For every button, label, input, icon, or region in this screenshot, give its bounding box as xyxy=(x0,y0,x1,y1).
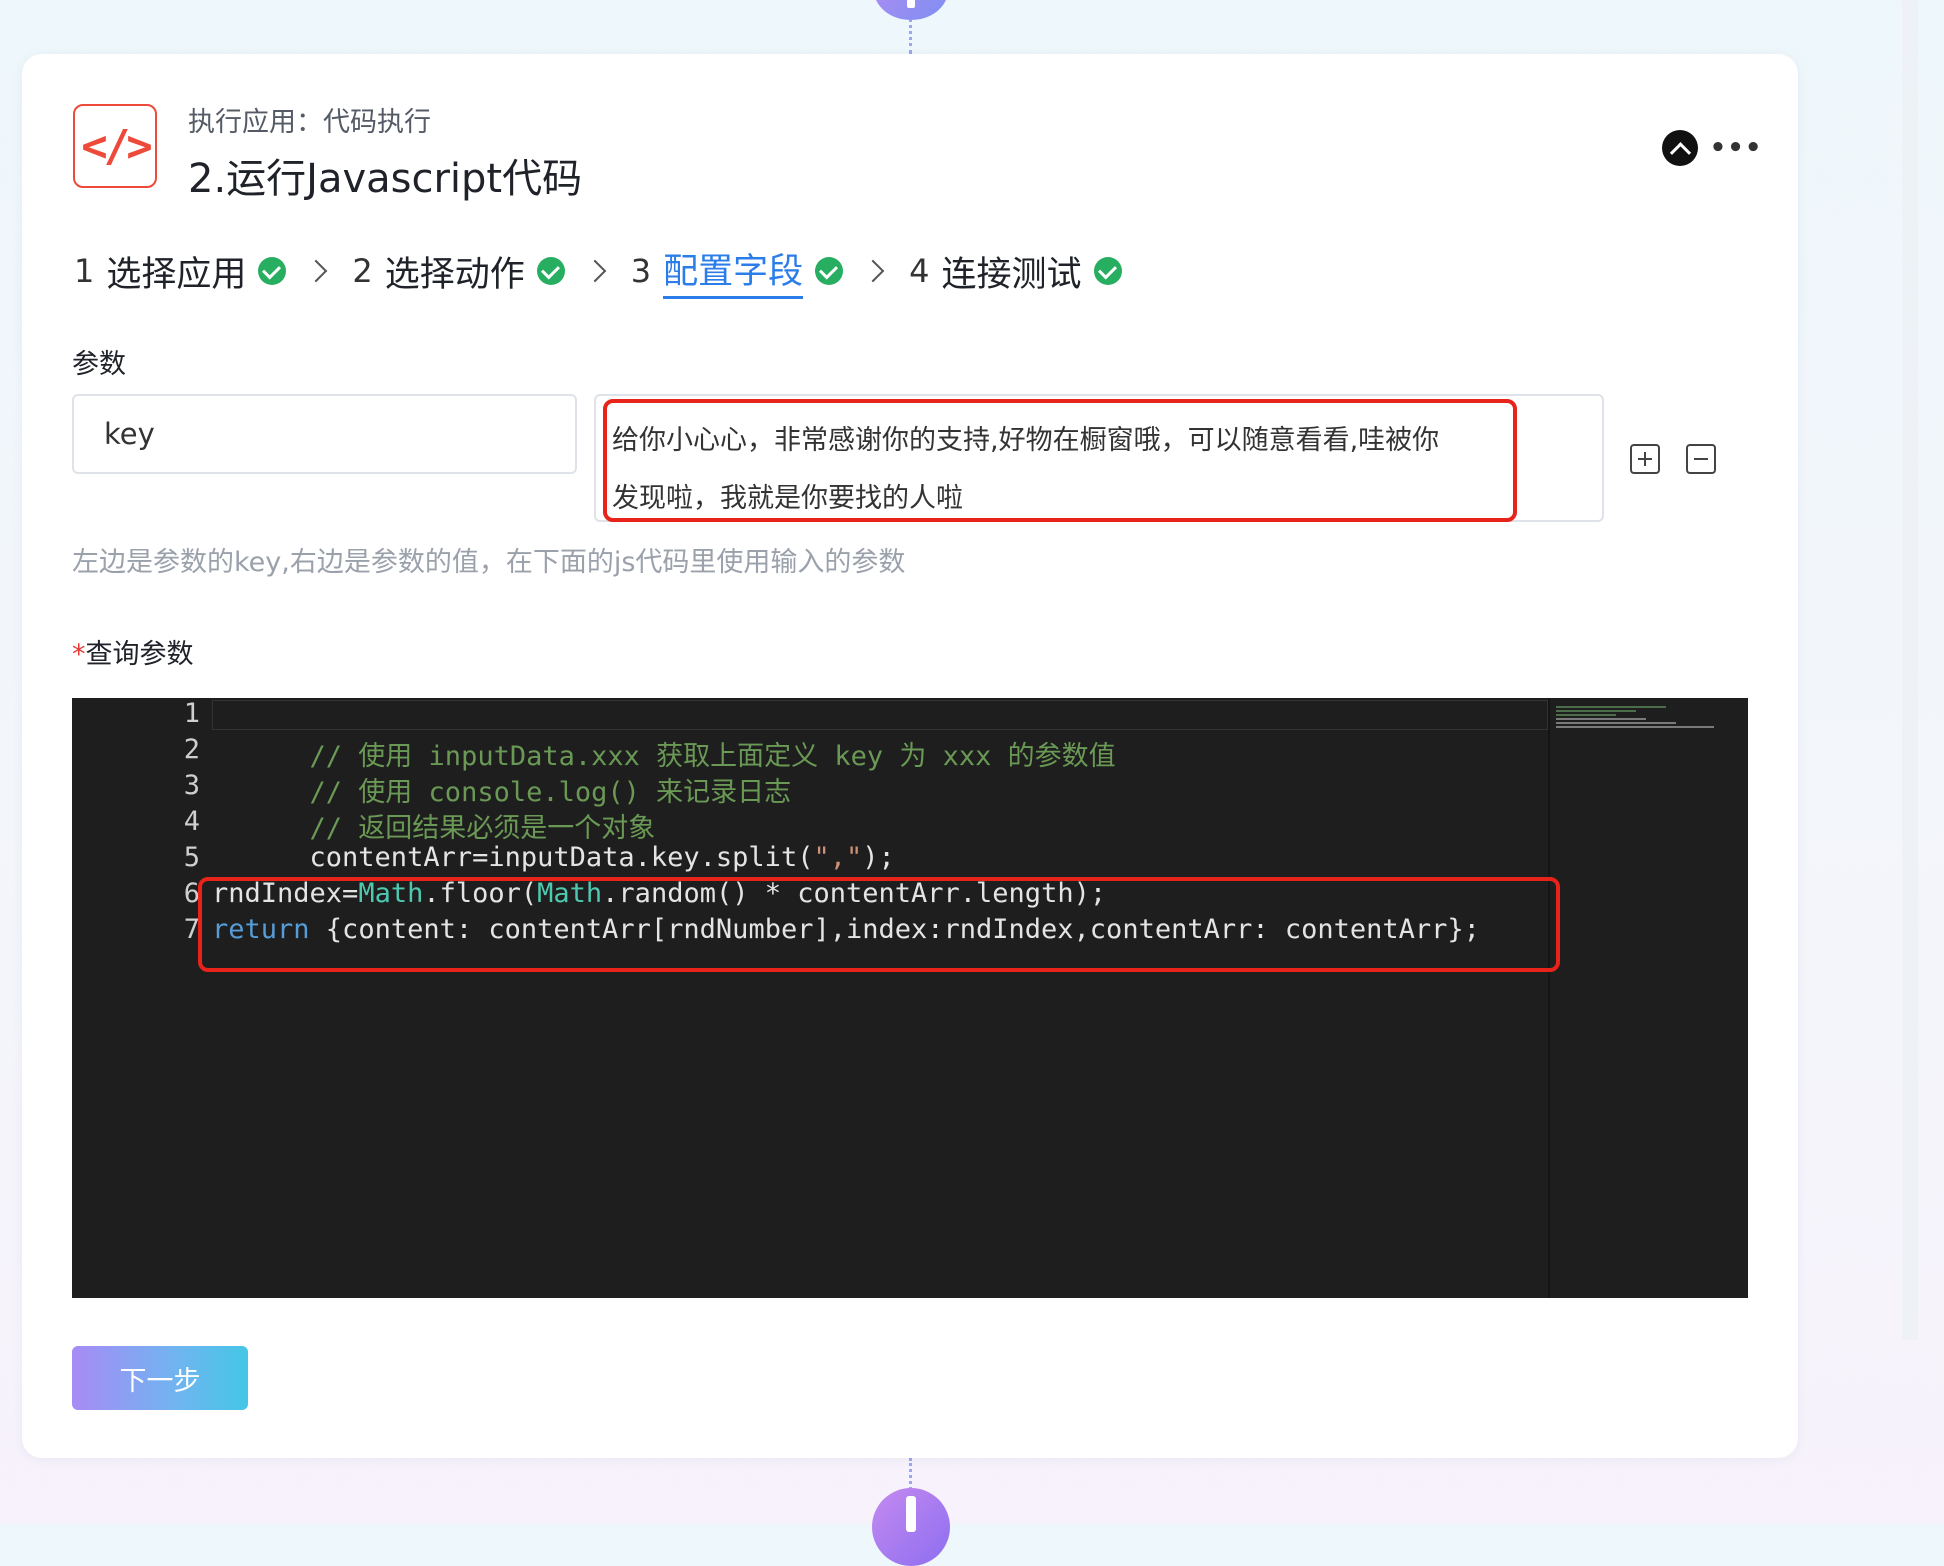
add-param-icon[interactable] xyxy=(1630,444,1660,474)
minimap-row xyxy=(1556,706,1666,708)
code-line-4: // 返回结果必须是一个对象 xyxy=(212,813,656,844)
line-number: 6 xyxy=(183,878,200,909)
chevron-right-icon xyxy=(583,259,607,283)
check-circle-icon xyxy=(1093,257,1122,285)
params-hint: 左边是参数的key,右边是参数的值，在下面的js代码里使用输入的参数 xyxy=(72,547,906,578)
add-node-bottom-icon[interactable] xyxy=(872,1488,950,1566)
step-label: 连接测试 xyxy=(941,254,1082,295)
add-node-top-icon[interactable] xyxy=(874,0,948,20)
minimap-row xyxy=(1556,710,1636,712)
code-minimap[interactable] xyxy=(1548,698,1720,1298)
code-area[interactable]: // 使用 inputData.xxx 获取上面定义 key 为 xxx 的参数… xyxy=(212,698,1548,1298)
line-number: 1 xyxy=(183,698,200,729)
step-label-active: 配置字段 xyxy=(663,243,804,299)
minimap-row xyxy=(1556,714,1616,716)
code-line-6: rndIndex=Math.floor(Math.random() * cont… xyxy=(212,878,1107,909)
check-circle-icon xyxy=(258,257,287,285)
check-circle-icon xyxy=(536,257,565,285)
code-line-3: // 使用 console.log() 来记录日志 xyxy=(212,777,792,808)
scrollbar[interactable] xyxy=(1902,0,1918,1340)
step-select-action[interactable]: 2 选择动作 xyxy=(352,246,565,297)
params-label: 参数 xyxy=(72,349,126,380)
code-line-5: contentArr=inputData.key.split(","); xyxy=(212,842,895,873)
step-select-app[interactable]: 1 选择应用 xyxy=(74,246,287,297)
step-title: 2.运行Javascript代码 xyxy=(188,156,583,202)
minimap-row xyxy=(1556,722,1676,724)
step-configure-fields[interactable]: 3 配置字段 xyxy=(630,243,844,299)
step-number: 1 xyxy=(74,252,95,290)
line-gutter: 1 2 3 4 5 6 7 xyxy=(72,698,212,1298)
line-number: 3 xyxy=(183,770,200,801)
remove-param-icon[interactable] xyxy=(1686,444,1716,474)
minimap-row xyxy=(1556,726,1714,728)
query-params-label: *查询参数 xyxy=(72,632,194,671)
step-number: 3 xyxy=(630,252,652,290)
step-number: 2 xyxy=(352,252,373,290)
steps-nav: 1 选择应用 2 选择动作 3 配置字段 4 连接测试 xyxy=(74,243,1122,299)
code-line-2: // 使用 inputData.xxx 获取上面定义 key 为 xxx 的参数… xyxy=(212,741,1116,772)
connector-line-top xyxy=(909,18,912,54)
line-number: 2 xyxy=(183,734,200,765)
chevron-right-icon xyxy=(861,259,885,283)
current-line-highlight xyxy=(212,700,1548,730)
more-options-icon[interactable]: ••• xyxy=(1710,130,1762,166)
line-number: 5 xyxy=(183,842,200,873)
chevron-right-icon xyxy=(305,259,328,283)
line-number: 7 xyxy=(183,914,200,945)
param-value-line: 发现啦，我就是你要找的人啦 xyxy=(612,483,963,514)
param-value-line: 给你小心心，非常感谢你的支持,好物在橱窗哦，可以随意看看,哇被你 xyxy=(612,425,1440,456)
minimap-row xyxy=(1556,718,1646,720)
step-label: 选择应用 xyxy=(106,254,247,295)
collapse-chevron-up-icon[interactable] xyxy=(1662,130,1698,166)
step-label: 选择动作 xyxy=(384,254,525,295)
code-icon: </> xyxy=(73,104,157,188)
code-editor[interactable]: 1 2 3 4 5 6 7 // 使用 inputData.xxx 获取上面定义… xyxy=(72,698,1748,1298)
step-number: 4 xyxy=(909,252,930,290)
query-label-text: 查询参数 xyxy=(85,639,194,670)
code-line-7: return {content: contentArr[rndNumber],i… xyxy=(212,914,1480,945)
line-number: 4 xyxy=(183,806,200,837)
next-step-button[interactable]: 下一步 xyxy=(72,1346,248,1410)
param-value-text: 给你小心心，非常感谢你的支持,好物在橱窗哦，可以随意看看,哇被你 发现啦，我就是… xyxy=(612,412,1492,528)
connector-line-bottom xyxy=(909,1458,912,1490)
param-key-input[interactable] xyxy=(72,394,577,474)
step-connection-test[interactable]: 4 连接测试 xyxy=(909,246,1122,297)
check-circle-icon xyxy=(815,257,844,285)
required-mark: * xyxy=(72,639,86,670)
app-subtitle: 执行应用：代码执行 xyxy=(188,107,431,138)
